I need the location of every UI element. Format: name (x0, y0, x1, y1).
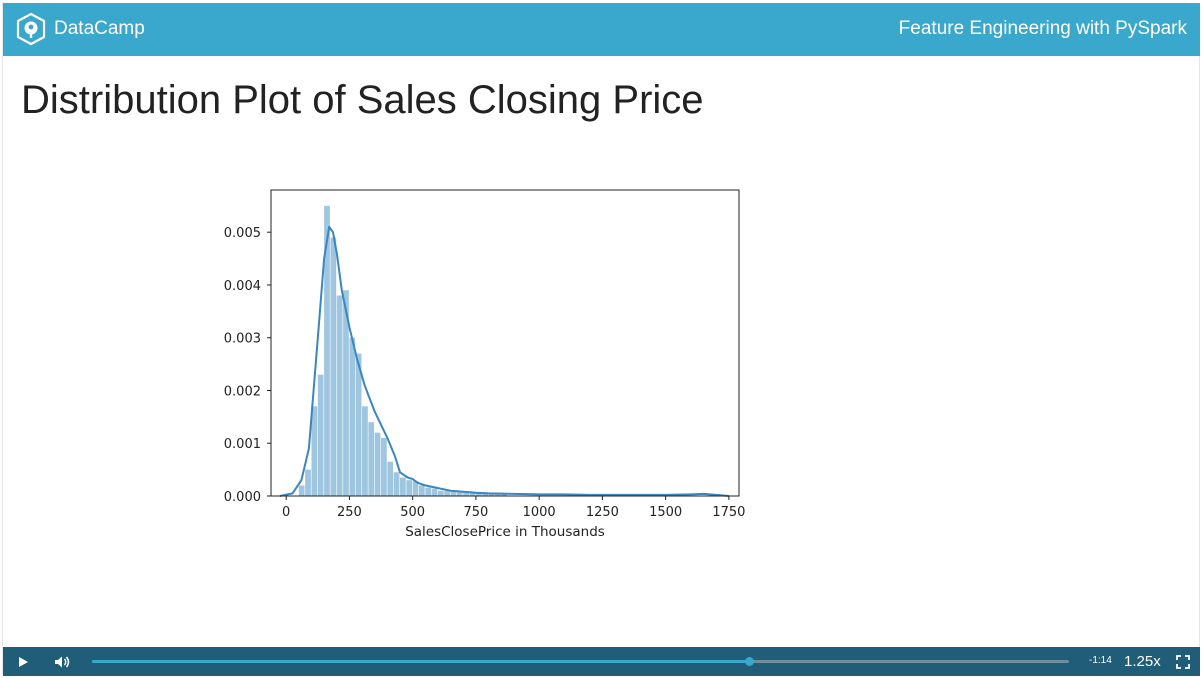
y-tick-label: 0.001 (224, 437, 261, 452)
distribution-chart: 0 250 500 750 1000 1250 1500 1750 0.000 0.001 0.00… (200, 180, 760, 555)
x-tick-label: 1500 (649, 505, 682, 520)
y-tick-label: 0.003 (224, 332, 261, 347)
chart-svg: 0 250 500 750 1000 1250 1500 1750 0.000 0.001 0.00… (224, 189, 745, 540)
y-tick-label: 0.000 (224, 490, 261, 505)
histogram-bar (431, 488, 438, 496)
histogram-bar (444, 490, 451, 496)
playback-speed-button[interactable]: 1.25x (1124, 653, 1161, 670)
histogram-bar (400, 477, 406, 496)
histogram-bar (362, 406, 368, 496)
histogram-bar (425, 487, 432, 496)
x-tick-label: 0 (282, 505, 290, 520)
brand-name: DataCamp (54, 18, 145, 39)
play-icon[interactable] (12, 651, 34, 673)
time-remaining: -1:14 (1089, 655, 1112, 666)
histogram-bar (368, 422, 375, 496)
volume-icon[interactable] (51, 651, 73, 673)
x-tick-label: 500 (400, 505, 425, 520)
histogram-bar (381, 437, 387, 496)
progress-bar[interactable] (92, 657, 1069, 666)
x-tick-label: 750 (463, 505, 488, 520)
x-axis-label: SalesClosePrice in Thousands (405, 524, 605, 540)
x-tick-label: 1000 (523, 505, 556, 520)
x-tick-label: 1250 (586, 505, 619, 520)
histogram-bar (456, 492, 463, 496)
histogram-bar (336, 295, 343, 496)
slide-title: Distribution Plot of Sales Closing Price (21, 78, 704, 122)
y-tick-label: 0.004 (224, 279, 261, 294)
x-tick-label: 1750 (712, 505, 745, 520)
datacamp-logo-icon (16, 12, 46, 46)
histogram-bar (393, 472, 400, 496)
histogram-bar (305, 469, 311, 496)
histogram-bar (418, 485, 425, 496)
progress-fill (92, 660, 749, 663)
top-bar: DataCamp Feature Engineering with PySpar… (3, 3, 1200, 56)
x-tick-label: 250 (337, 505, 362, 520)
histogram-bar (298, 485, 305, 496)
y-tick-label: 0.005 (224, 226, 261, 241)
histogram-bar (349, 337, 356, 496)
histogram-bar (406, 480, 413, 496)
histogram-bar (387, 461, 394, 496)
histogram-bar (450, 491, 457, 496)
histogram-bar (437, 490, 444, 496)
brand[interactable]: DataCamp (15, 12, 145, 46)
histogram-bar (311, 406, 318, 496)
histogram-bar (330, 237, 337, 496)
video-controls: -1:14 1.25x (3, 647, 1200, 676)
histogram-bar (374, 432, 381, 496)
y-tick-label: 0.002 (224, 384, 261, 399)
fullscreen-icon[interactable] (1172, 651, 1194, 673)
histogram-bar (317, 374, 324, 496)
progress-handle[interactable] (744, 657, 754, 666)
course-title: Feature Engineering with PySpark (898, 18, 1187, 39)
